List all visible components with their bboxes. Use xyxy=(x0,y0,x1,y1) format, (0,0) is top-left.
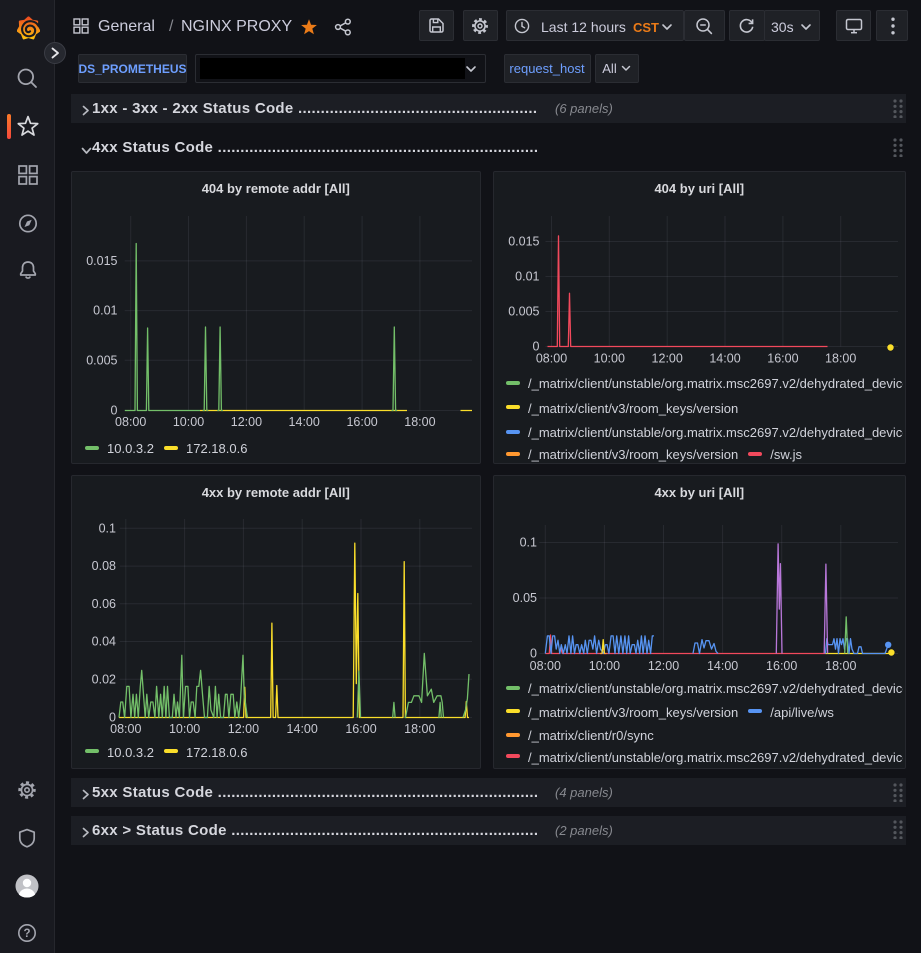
svg-text:18:00: 18:00 xyxy=(825,352,856,366)
svg-text:12:00: 12:00 xyxy=(228,722,259,736)
svg-text:10:00: 10:00 xyxy=(169,722,200,736)
svg-text:0.02: 0.02 xyxy=(92,672,116,686)
svg-text:08:00: 08:00 xyxy=(529,659,560,673)
svg-text:16:00: 16:00 xyxy=(767,352,798,366)
svg-text:14:00: 14:00 xyxy=(706,659,737,673)
svg-text:10:00: 10:00 xyxy=(593,352,624,366)
svg-text:18:00: 18:00 xyxy=(404,722,435,736)
svg-text:12:00: 12:00 xyxy=(651,352,682,366)
svg-text:0.005: 0.005 xyxy=(86,353,117,367)
svg-text:0.05: 0.05 xyxy=(512,591,536,605)
svg-text:?: ? xyxy=(23,928,30,940)
svg-text:08:00: 08:00 xyxy=(535,352,566,366)
svg-text:12:00: 12:00 xyxy=(231,415,262,429)
svg-text:14:00: 14:00 xyxy=(709,352,740,366)
svg-text:0.015: 0.015 xyxy=(508,235,539,249)
svg-text:08:00: 08:00 xyxy=(115,415,146,429)
svg-text:0.01: 0.01 xyxy=(93,304,117,318)
svg-text:0.01: 0.01 xyxy=(515,270,539,284)
svg-text:18:00: 18:00 xyxy=(404,415,435,429)
svg-text:18:00: 18:00 xyxy=(825,659,856,673)
svg-text:0.08: 0.08 xyxy=(92,559,116,573)
svg-text:0.005: 0.005 xyxy=(508,305,539,319)
svg-text:0.015: 0.015 xyxy=(86,254,117,268)
svg-text:0.04: 0.04 xyxy=(92,635,116,649)
svg-text:14:00: 14:00 xyxy=(287,722,318,736)
svg-text:10:00: 10:00 xyxy=(173,415,204,429)
svg-text:16:00: 16:00 xyxy=(346,415,377,429)
svg-text:08:00: 08:00 xyxy=(110,722,141,736)
svg-text:0.1: 0.1 xyxy=(519,536,536,550)
svg-text:16:00: 16:00 xyxy=(345,722,376,736)
svg-text:16:00: 16:00 xyxy=(766,659,797,673)
svg-text:10:00: 10:00 xyxy=(588,659,619,673)
svg-text:0.1: 0.1 xyxy=(99,521,116,535)
svg-text:14:00: 14:00 xyxy=(289,415,320,429)
svg-text:12:00: 12:00 xyxy=(647,659,678,673)
svg-text:0.06: 0.06 xyxy=(92,597,116,611)
